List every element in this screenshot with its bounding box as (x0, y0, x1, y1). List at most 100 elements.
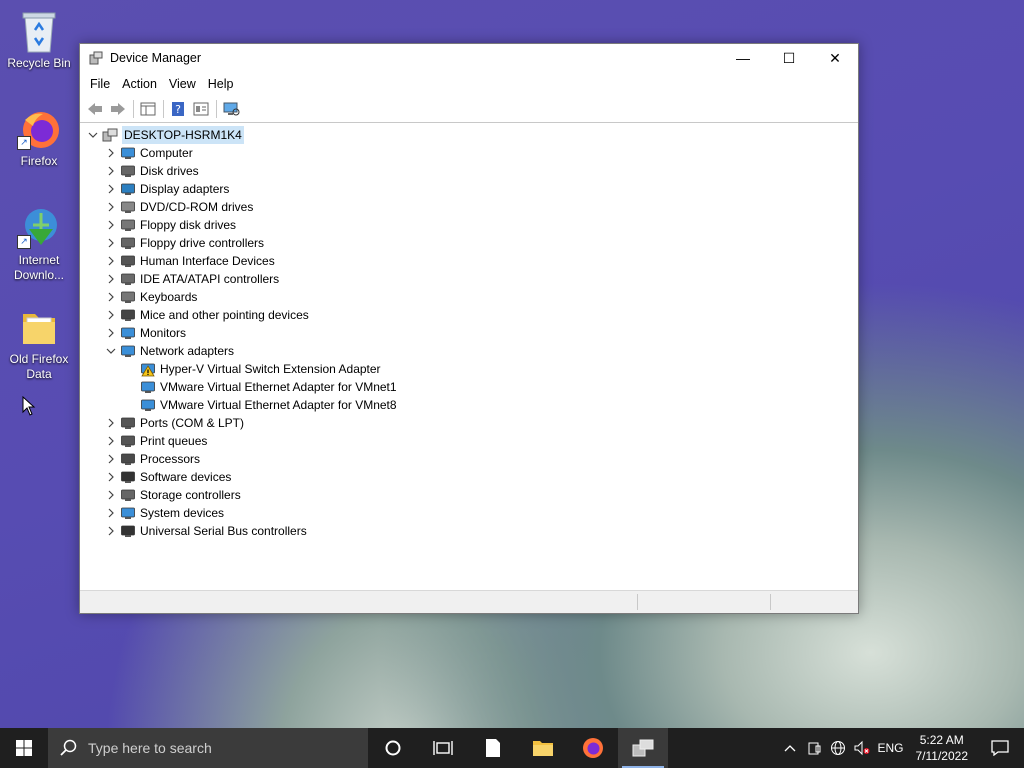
tree-category-node[interactable]: DVD/CD-ROM drives (80, 198, 858, 216)
arrow-left-icon (88, 103, 102, 115)
chevron-right-icon[interactable] (104, 198, 118, 216)
tree-category-label: Disk drives (140, 164, 199, 178)
chevron-right-icon[interactable] (104, 180, 118, 198)
help-icon: ? (172, 102, 184, 116)
desktop-icon-old-firefox-data[interactable]: Old Firefox Data (4, 304, 74, 382)
chevron-right-icon[interactable] (104, 486, 118, 504)
firefox-icon (583, 738, 603, 758)
tree-category-node[interactable]: Keyboards (80, 288, 858, 306)
chevron-right-icon[interactable] (104, 144, 118, 162)
tree-category-node[interactable]: Print queues (80, 432, 858, 450)
tree-category-label: Floppy drive controllers (140, 236, 265, 250)
tray-device-icon[interactable] (802, 728, 826, 768)
computer-icon (102, 127, 118, 143)
show-hide-console-tree-button[interactable] (137, 99, 159, 119)
tree-category-node[interactable]: IDE ATA/ATAPI controllers (80, 270, 858, 288)
tree-category-node[interactable]: Human Interface Devices (80, 252, 858, 270)
tree-category-node[interactable]: Processors (80, 450, 858, 468)
forward-button[interactable] (107, 99, 129, 119)
taskbar-notepad[interactable] (468, 728, 518, 768)
taskbar-search-box[interactable]: Type here to search (48, 728, 368, 768)
taskbar-clock[interactable]: 5:22 AM 7/11/2022 (908, 732, 977, 764)
device-category-icon (120, 271, 136, 287)
properties-button[interactable] (190, 99, 212, 119)
chevron-right-icon[interactable] (104, 414, 118, 432)
tree-category-label: Human Interface Devices (140, 254, 275, 268)
document-icon (486, 739, 500, 757)
tree-device-node[interactable]: VMware Virtual Ethernet Adapter for VMne… (80, 378, 858, 396)
menu-file[interactable]: File (84, 77, 116, 91)
shortcut-arrow-icon: ↗ (17, 136, 31, 150)
chevron-right-icon[interactable] (104, 504, 118, 522)
device-category-icon (120, 181, 136, 197)
tree-device-node[interactable]: VMware Virtual Ethernet Adapter for VMne… (80, 396, 858, 414)
start-button[interactable] (0, 728, 48, 768)
show-hidden-icons-button[interactable] (778, 728, 802, 768)
tree-category-node[interactable]: Storage controllers (80, 486, 858, 504)
tree-category-node[interactable]: Display adapters (80, 180, 858, 198)
chevron-right-icon[interactable] (104, 306, 118, 324)
tree-category-node[interactable]: Floppy disk drives (80, 216, 858, 234)
device-category-icon (120, 343, 136, 359)
tree-device-label: VMware Virtual Ethernet Adapter for VMne… (160, 380, 397, 394)
maximize-button[interactable]: ☐ (766, 44, 812, 72)
tree-device-node[interactable]: Hyper-V Virtual Switch Extension Adapter (80, 360, 858, 378)
volume-tray-button[interactable] (850, 728, 874, 768)
taskbar-firefox[interactable] (568, 728, 618, 768)
task-view-button[interactable] (418, 728, 468, 768)
tree-category-node[interactable]: Universal Serial Bus controllers (80, 522, 858, 540)
desktop-icon-recycle-bin[interactable]: Recycle Bin (4, 8, 74, 71)
tree-category-node[interactable]: Ports (COM & LPT) (80, 414, 858, 432)
close-button[interactable]: ✕ (812, 44, 858, 72)
device-category-icon (120, 505, 136, 521)
tree-category-label: System devices (140, 506, 225, 520)
tree-category-node[interactable]: System devices (80, 504, 858, 522)
action-center-button[interactable] (976, 728, 1024, 768)
tree-category-node[interactable]: Computer (80, 144, 858, 162)
device-category-icon (120, 325, 136, 341)
chevron-right-icon[interactable] (104, 432, 118, 450)
search-icon (60, 739, 77, 756)
scan-hardware-button[interactable] (220, 99, 242, 119)
menu-view[interactable]: View (163, 77, 202, 91)
tree-category-node[interactable]: Mice and other pointing devices (80, 306, 858, 324)
input-language-button[interactable]: ENG (874, 728, 908, 768)
chevron-right-icon[interactable] (104, 288, 118, 306)
system-tray: ENG 5:22 AM 7/11/2022 (778, 728, 1024, 768)
chevron-right-icon[interactable] (104, 468, 118, 486)
tree-root-node[interactable]: DESKTOP-HSRM1K4 (80, 126, 858, 144)
tree-category-node[interactable]: Software devices (80, 468, 858, 486)
shortcut-arrow-icon: ↗ (17, 235, 31, 249)
tree-category-node[interactable]: Floppy drive controllers (80, 234, 858, 252)
tree-category-node[interactable]: Disk drives (80, 162, 858, 180)
chevron-down-icon[interactable] (86, 126, 100, 144)
tree-category-node[interactable]: Monitors (80, 324, 858, 342)
taskbar-device-manager[interactable] (618, 728, 668, 768)
tree-category-label: Keyboards (140, 290, 198, 304)
tree-root-label: DESKTOP-HSRM1K4 (122, 126, 244, 144)
cortana-button[interactable] (368, 728, 418, 768)
chevron-down-icon[interactable] (104, 342, 118, 360)
back-button[interactable] (84, 99, 106, 119)
chevron-right-icon[interactable] (104, 216, 118, 234)
network-tray-button[interactable] (826, 728, 850, 768)
chevron-right-icon[interactable] (104, 252, 118, 270)
tree-category-label: Processors (140, 452, 201, 466)
desktop-icon-internet-download[interactable]: ↗ Internet Downlo... (4, 205, 74, 283)
desktop-icon-firefox[interactable]: ↗ Firefox (4, 106, 74, 169)
desktop-icon-label: Internet Downlo... (13, 253, 65, 282)
chevron-right-icon[interactable] (104, 450, 118, 468)
chevron-right-icon[interactable] (104, 522, 118, 540)
taskbar-file-explorer[interactable] (518, 728, 568, 768)
chevron-right-icon[interactable] (104, 234, 118, 252)
title-bar[interactable]: Device Manager — ☐ ✕ (80, 44, 858, 72)
help-button[interactable]: ? (167, 99, 189, 119)
chevron-right-icon[interactable] (104, 324, 118, 342)
minimize-button[interactable]: — (720, 44, 766, 72)
globe-icon (830, 741, 845, 755)
chevron-right-icon[interactable] (104, 270, 118, 288)
menu-action[interactable]: Action (116, 77, 163, 91)
chevron-right-icon[interactable] (104, 162, 118, 180)
tree-category-node[interactable]: Network adapters (80, 342, 858, 360)
menu-help[interactable]: Help (202, 77, 240, 91)
